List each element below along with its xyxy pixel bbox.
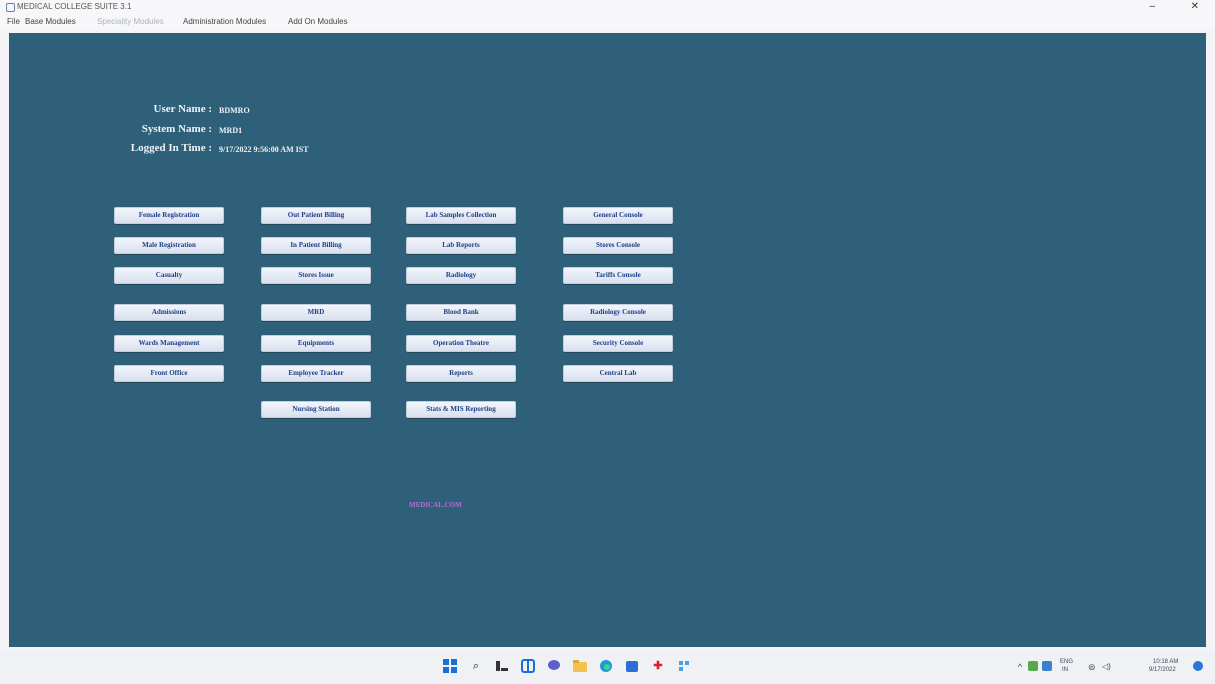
mrd-button[interactable]: MRD [261, 304, 371, 321]
menu-bar: File Base Modules Speciality Modules Adm… [0, 14, 1215, 30]
logged-in-time-label: Logged In Time : [130, 142, 212, 154]
tray-time[interactable]: 10:18 AM [1153, 659, 1178, 665]
out-patient-billing-button[interactable]: Out Patient Billing [261, 207, 371, 224]
radiology-button[interactable]: Radiology [406, 267, 516, 284]
tray-network-icon[interactable] [1042, 661, 1052, 671]
reports-button[interactable]: Reports [406, 365, 516, 382]
general-console-button[interactable]: General Console [563, 207, 673, 224]
menu-speciality-modules[interactable]: Speciality Modules [97, 14, 164, 30]
stats-mis-reporting-button[interactable]: Stats & MIS Reporting [406, 401, 516, 418]
brand-link[interactable]: MEDICAL.COM [409, 501, 462, 509]
user-name-label: User Name : [153, 103, 212, 115]
male-registration-button[interactable]: Male Registration [114, 237, 224, 254]
title-bar: MEDICAL COLLEGE SUITE 3.1 – ✕ [0, 0, 1215, 14]
system-name-value: MRD1 [219, 126, 243, 135]
female-registration-button[interactable]: Female Registration [114, 207, 224, 224]
tray-date[interactable]: 9/17/2022 [1149, 667, 1176, 673]
radiology-console-button[interactable]: Radiology Console [563, 304, 673, 321]
tariffs-console-button[interactable]: Tariffs Console [563, 267, 673, 284]
medical-app-icon[interactable]: ✚ [651, 659, 665, 673]
tray-language-bottom[interactable]: IN [1062, 667, 1068, 673]
stores-issue-button[interactable]: Stores Issue [261, 267, 371, 284]
menu-base-modules[interactable]: Base Modules [25, 14, 76, 30]
user-name-value: BDMRO [219, 106, 250, 115]
wards-management-button[interactable]: Wards Management [114, 335, 224, 352]
widgets-icon[interactable] [521, 659, 535, 673]
logged-in-time-value: 9/17/2022 9:56:00 AM IST [219, 145, 309, 154]
tray-antivirus-icon[interactable] [1028, 661, 1038, 671]
casualty-button[interactable]: Casualty [114, 267, 224, 284]
lab-samples-collection-button[interactable]: Lab Samples Collection [406, 207, 516, 224]
blood-bank-button[interactable]: Blood Bank [406, 304, 516, 321]
central-lab-button[interactable]: Central Lab [563, 365, 673, 382]
app-logo-icon [6, 3, 15, 12]
lab-reports-button[interactable]: Lab Reports [406, 237, 516, 254]
operation-theatre-button[interactable]: Operation Theatre [406, 335, 516, 352]
employee-tracker-button[interactable]: Employee Tracker [261, 365, 371, 382]
file-explorer-icon[interactable] [573, 659, 587, 673]
admissions-button[interactable]: Admissions [114, 304, 224, 321]
system-name-label: System Name : [141, 123, 212, 135]
tray-language-top[interactable]: ENG [1060, 659, 1073, 665]
speaker-icon[interactable]: ◁) [1102, 662, 1111, 671]
task-view-icon[interactable] [495, 659, 509, 673]
minimize-button[interactable]: – [1149, 0, 1155, 14]
menu-add-on-modules[interactable]: Add On Modules [288, 14, 348, 30]
security-console-button[interactable]: Security Console [563, 335, 673, 352]
nursing-station-button[interactable]: Nursing Station [261, 401, 371, 418]
search-icon[interactable]: ⌕ [469, 659, 483, 673]
equipments-button[interactable]: Equipments [261, 335, 371, 352]
front-office-button[interactable]: Front Office [114, 365, 224, 382]
menu-administration-modules[interactable]: Administration Modules [183, 14, 266, 30]
windows-start-icon[interactable] [443, 659, 457, 673]
taskbar: ⌕ ✚ ^ ENG IN ⊜ ◁) 10:18 AM 9/17/2022 [0, 650, 1215, 684]
stores-console-button[interactable]: Stores Console [563, 237, 673, 254]
store-icon[interactable] [625, 659, 639, 673]
close-button[interactable]: ✕ [1191, 0, 1199, 14]
window-title: MEDICAL COLLEGE SUITE 3.1 [17, 2, 132, 11]
tray-chevron-icon[interactable]: ^ [1018, 662, 1022, 672]
in-patient-billing-button[interactable]: In Patient Billing [261, 237, 371, 254]
app-icon[interactable] [677, 659, 691, 673]
notification-icon[interactable] [1193, 661, 1203, 671]
chat-icon[interactable] [547, 659, 561, 673]
wifi-icon[interactable]: ⊜ [1088, 662, 1096, 673]
main-panel: User Name : BDMRO System Name : MRD1 Log… [9, 33, 1206, 647]
edge-browser-icon[interactable] [599, 659, 613, 673]
menu-file[interactable]: File [7, 14, 20, 30]
